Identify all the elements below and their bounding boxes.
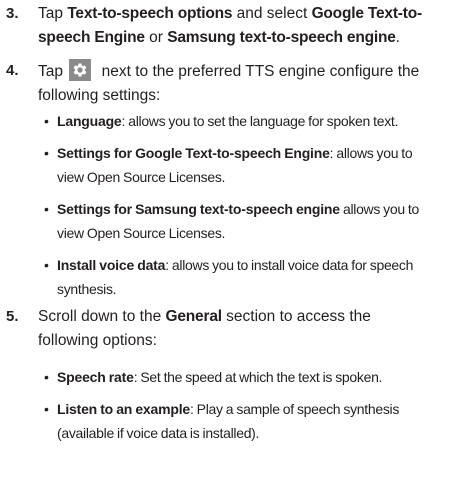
- setting-name: Install voice data: [57, 257, 166, 273]
- setting-description: : Play a sample of speech synthesis: [189, 401, 400, 417]
- bullet-text: Install voice data: allows you to instal…: [57, 253, 468, 301]
- step-text-span: Scroll down to the: [38, 308, 166, 325]
- step-text-span: section to access the: [221, 308, 371, 325]
- bullet-line: (available if voice data is installed).: [57, 425, 260, 441]
- bullet-line: Install voice data: allows you to instal…: [57, 253, 468, 277]
- step-line: following options:: [38, 332, 157, 349]
- setting-name: Language: [57, 113, 122, 129]
- setting-description: allows you to: [339, 201, 419, 217]
- ui-term: Text-to-speech options: [67, 5, 233, 22]
- bullet-icon: •: [44, 401, 49, 417]
- ui-term: Google Text-to-: [311, 5, 423, 22]
- bullet-line: Language: allows you to set the language…: [57, 109, 468, 133]
- setting-name: Speech rate: [57, 369, 134, 385]
- step-text: Tap next to the preferred TTS engine con…: [38, 59, 468, 108]
- step-text-span: .: [395, 29, 400, 46]
- gear-icon: [69, 59, 92, 81]
- step-line: Tap Text-to-speech options and select Go…: [38, 2, 468, 26]
- step-text-span: next to the preferred TTS engine configu…: [97, 63, 420, 80]
- setting-description: : allows you to install voice data for s…: [165, 257, 414, 273]
- step-number: 4.: [6, 62, 19, 79]
- bullet-icon: •: [44, 201, 49, 217]
- bullet-text: Listen to an example: Play a sample of s…: [57, 397, 468, 445]
- bullet-line: Listen to an example: Play a sample of s…: [57, 397, 468, 421]
- ui-term: speech Engine: [38, 29, 145, 46]
- step-text-span: Tap: [38, 5, 68, 22]
- setting-name: Settings for Google Text-to-speech Engin…: [57, 145, 330, 161]
- step-text: Tap Text-to-speech options and select Go…: [38, 2, 468, 50]
- bullet-icon: •: [44, 145, 49, 161]
- step-text-span: Tap: [38, 63, 68, 80]
- step-line: speech Engine or Samsung text-to-speech …: [38, 26, 468, 50]
- bullet-icon: •: [44, 113, 49, 129]
- bullet-text: Speech rate: Set the speed at which the …: [57, 365, 468, 389]
- bullet-icon: •: [44, 369, 49, 385]
- manual-page: 3. Tap Text-to-speech options and select…: [0, 0, 471, 481]
- bullet-line: synthesis.: [57, 281, 117, 297]
- bullet-line: view Open Source Licenses.: [57, 169, 226, 185]
- setting-description: : allows you to set the language for spo…: [121, 113, 399, 129]
- step-number: 3.: [6, 5, 19, 22]
- step-line: Scroll down to the General section to ac…: [38, 305, 468, 329]
- bullet-text: Language: allows you to set the language…: [57, 109, 468, 133]
- bullet-line: Settings for Samsung text-to-speech engi…: [57, 197, 468, 221]
- ui-term: Samsung text-to-speech engine: [167, 29, 396, 46]
- step-number: 5.: [6, 308, 19, 325]
- setting-name: Settings for Samsung text-to-speech engi…: [57, 201, 340, 217]
- step-text-span: and select: [232, 5, 312, 22]
- bullet-text: Settings for Samsung text-to-speech engi…: [57, 197, 468, 245]
- bullet-text: Settings for Google Text-to-speech Engin…: [57, 141, 468, 189]
- step-line: following settings:: [38, 87, 161, 104]
- step-line: Tap next to the preferred TTS engine con…: [38, 59, 468, 84]
- step-text: Scroll down to the General section to ac…: [38, 305, 468, 353]
- setting-description: : Set the speed at which the text is spo…: [133, 369, 383, 385]
- bullet-icon: •: [44, 257, 49, 273]
- bullet-line: Settings for Google Text-to-speech Engin…: [57, 141, 468, 165]
- bullet-line: view Open Source Licenses.: [57, 225, 226, 241]
- setting-description: : allows you to: [329, 145, 413, 161]
- step-text-span: or: [144, 29, 168, 46]
- setting-name: Listen to an example: [57, 401, 190, 417]
- ui-term: General: [165, 308, 223, 325]
- bullet-line: Speech rate: Set the speed at which the …: [57, 365, 468, 389]
